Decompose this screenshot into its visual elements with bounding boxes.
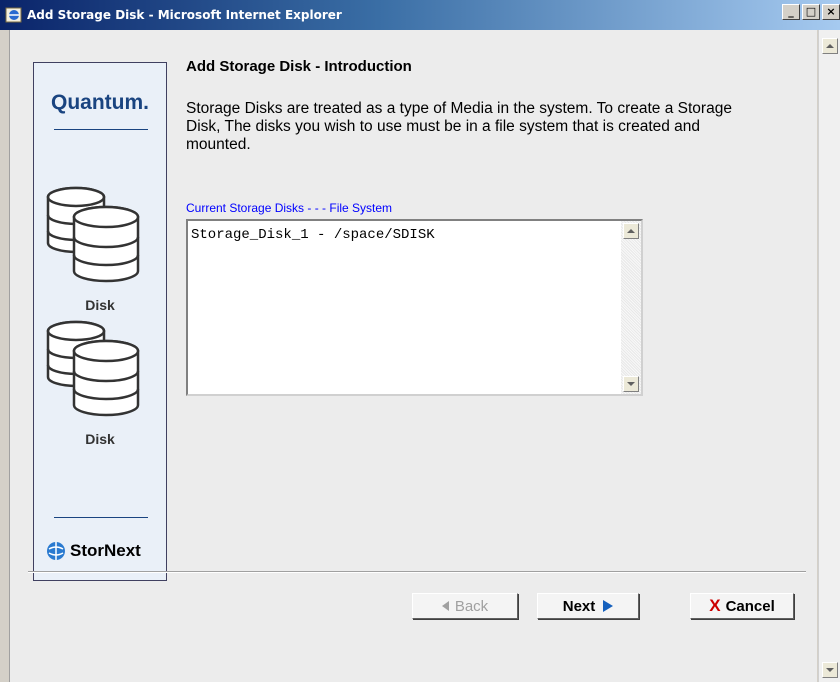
disk-label-2: Disk bbox=[85, 431, 115, 447]
stornext-globe-icon bbox=[47, 542, 65, 560]
disk-stack-icon bbox=[46, 186, 140, 283]
next-arrow-icon bbox=[603, 600, 614, 612]
branding-divider-bottom bbox=[54, 517, 148, 518]
window-vertical-scrollbar[interactable] bbox=[818, 30, 840, 682]
scroll-down-button[interactable] bbox=[822, 662, 838, 678]
stornext-logo: StorNext bbox=[46, 541, 141, 561]
branding-panel: Quantum. Disk Disk StorNext bbox=[33, 62, 167, 581]
intro-text: Storage Disks are treated as a type of M… bbox=[186, 100, 732, 153]
disk-label-1: Disk bbox=[85, 297, 115, 313]
disk-stack-icon bbox=[46, 320, 140, 417]
scroll-down-arrow-icon bbox=[627, 382, 635, 386]
scroll-down-arrow-icon bbox=[826, 668, 834, 672]
footer-separator bbox=[28, 571, 806, 573]
scroll-up-arrow-icon bbox=[826, 44, 834, 48]
back-button[interactable]: Back bbox=[412, 593, 518, 619]
next-button-label: Next bbox=[562, 597, 596, 615]
window-title: Add Storage Disk - Microsoft Internet Ex… bbox=[27, 8, 342, 22]
storage-disks-list-label: Current Storage Disks - - - File System bbox=[186, 201, 393, 215]
branding-divider-top bbox=[54, 129, 148, 130]
storage-disks-listbox[interactable]: Storage_Disk_1 - /space/SDISK bbox=[186, 219, 643, 396]
scroll-up-button[interactable] bbox=[822, 38, 838, 54]
page-title: Add Storage Disk - Introduction bbox=[186, 58, 412, 75]
cancel-button[interactable]: X Cancel bbox=[690, 593, 794, 619]
back-arrow-icon bbox=[441, 601, 449, 611]
listbox-scrollbar[interactable] bbox=[621, 221, 641, 394]
list-item[interactable]: Storage_Disk_1 - /space/SDISK bbox=[191, 227, 435, 243]
dialog-content: Quantum. Disk Disk StorNext Add Storage … bbox=[9, 30, 817, 682]
window-frame: Quantum. Disk Disk StorNext Add Storage … bbox=[0, 30, 840, 682]
listbox-scroll-down-button[interactable] bbox=[623, 376, 639, 392]
stornext-logo-text: StorNext bbox=[70, 541, 141, 560]
cancel-button-label: Cancel bbox=[725, 597, 775, 615]
cancel-x-icon: X bbox=[709, 596, 721, 615]
back-button-label: Back bbox=[454, 597, 489, 615]
quantum-logo: Quantum. bbox=[51, 91, 149, 114]
maximize-button[interactable]: □ bbox=[802, 4, 820, 20]
scroll-up-arrow-icon bbox=[627, 229, 635, 233]
next-button[interactable]: Next bbox=[537, 593, 639, 619]
close-button[interactable]: × bbox=[822, 4, 840, 20]
internet-explorer-icon bbox=[5, 7, 22, 23]
minimize-button[interactable]: _ bbox=[782, 4, 800, 20]
window-controls: _ □ × bbox=[780, 4, 840, 20]
listbox-scroll-up-button[interactable] bbox=[623, 223, 639, 239]
window-title-bar[interactable]: Add Storage Disk - Microsoft Internet Ex… bbox=[0, 0, 840, 30]
